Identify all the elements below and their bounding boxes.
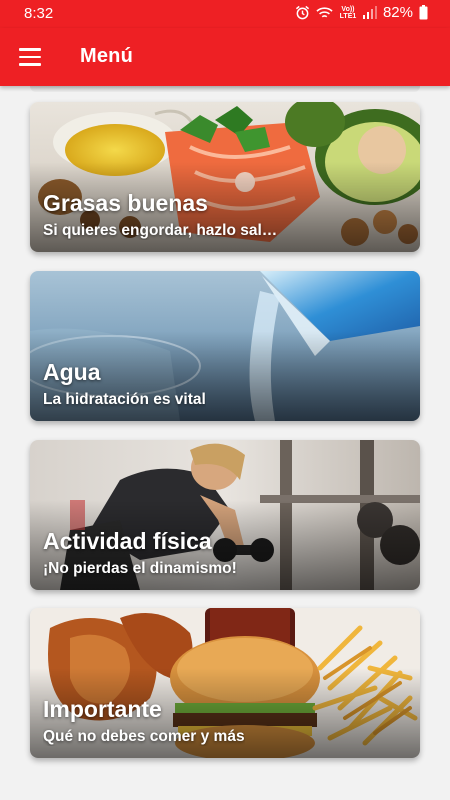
card-title: Actividad física [43,528,212,554]
card-physical-activity[interactable]: Actividad física ¡No pierdas el dinamism… [30,440,420,590]
wifi-icon [316,6,333,17]
card-subtitle: Qué no debes comer y más [43,728,245,745]
app-bar: Menú [0,28,450,86]
card-list[interactable]: Grasas buenas Si quieres engordar, hazlo… [0,86,450,800]
card-title: Agua [43,359,101,385]
battery-percent: 82% [382,4,413,21]
card-subtitle: La hidratación es vital [43,391,206,408]
card-water[interactable]: Agua La hidratación es vital [30,271,420,421]
card-subtitle: ¡No pierdas el dinamismo! [43,560,237,577]
alarm-icon [295,5,310,20]
network-label: Vo)) LTE1 [339,5,357,20]
battery-icon [419,5,428,20]
card-subtitle: Si quieres engordar, hazlo sal… [43,222,278,239]
hamburger-menu-icon[interactable] [12,43,48,71]
status-bar: 8:32 Vo)) LTE1 82% [0,0,450,28]
status-icons: Vo)) LTE1 82% [295,4,428,21]
card-important[interactable]: Importante Qué no debes comer y más [30,608,420,758]
page-title: Menú [80,45,134,67]
signal-icon [362,6,377,19]
card-title: Grasas buenas [43,190,208,216]
card-healthy-fats[interactable]: Grasas buenas Si quieres engordar, hazlo… [30,102,420,252]
previous-card-edge [30,86,420,92]
card-title: Importante [43,696,162,722]
status-time: 8:32 [24,5,54,22]
